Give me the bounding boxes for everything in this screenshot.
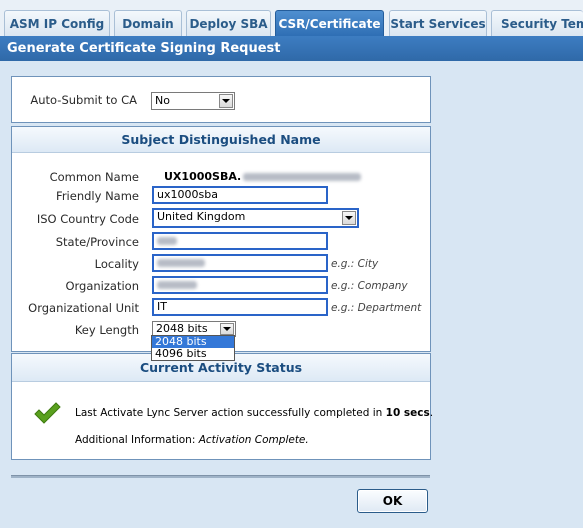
org-unit-input[interactable]: IT xyxy=(152,298,328,316)
divider xyxy=(11,475,430,478)
country-select[interactable]: United Kingdom xyxy=(152,208,359,228)
org-unit-hint: e.g.: Department xyxy=(331,302,422,314)
state-input[interactable] xyxy=(152,232,328,250)
organization-label: Organization xyxy=(65,279,139,293)
redacted-text xyxy=(243,173,362,181)
country-label: ISO Country Code xyxy=(36,212,139,226)
ok-button[interactable]: OK xyxy=(357,489,428,513)
tab-label: Security Templ xyxy=(501,16,583,31)
country-value: United Kingdom xyxy=(157,210,246,223)
chevron-down-icon[interactable] xyxy=(220,323,234,335)
activity-message: Last Activate Lync Server action success… xyxy=(75,407,433,419)
tab-bar: ASM IP Config Domain Deploy SBA CSR/Cert… xyxy=(0,0,583,37)
additional-info: Additional Information: Activation Compl… xyxy=(75,434,309,446)
common-name-value: UX1000SBA. xyxy=(164,170,362,183)
checkmark-icon xyxy=(34,402,61,424)
locality-input[interactable] xyxy=(152,254,328,272)
subject-panel: Subject Distinguished Name Common Name U… xyxy=(11,126,431,352)
activity-message-end: . xyxy=(429,407,434,419)
activity-message-text: Last Activate Lync Server action success… xyxy=(75,407,386,419)
auto-submit-value: No xyxy=(155,94,170,107)
tab-security-templates[interactable]: Security Templ xyxy=(491,10,583,36)
auto-submit-select[interactable]: No xyxy=(151,92,235,110)
friendly-name-label: Friendly Name xyxy=(56,189,139,203)
auto-submit-label: Auto-Submit to CA xyxy=(30,93,137,107)
additional-info-value: Activation Complete. xyxy=(198,434,309,446)
subject-heading: Subject Distinguished Name xyxy=(12,127,430,153)
tab-asm-ip-config[interactable]: ASM IP Config xyxy=(4,10,110,36)
tab-csr-certificate[interactable]: CSR/Certificate xyxy=(275,10,384,37)
key-length-label: Key Length xyxy=(74,323,139,337)
key-length-value: 2048 bits xyxy=(156,322,208,335)
auto-submit-panel: Auto-Submit to CA No xyxy=(11,76,431,123)
redacted-text xyxy=(157,237,177,245)
common-name-text: UX1000SBA. xyxy=(164,170,242,183)
tab-label: ASM IP Config xyxy=(9,16,105,31)
tab-start-services[interactable]: Start Services xyxy=(389,10,487,36)
tab-label: CSR/Certificate xyxy=(278,17,381,31)
activity-panel: Current Activity Status Last Activate Ly… xyxy=(11,353,433,460)
tab-domain[interactable]: Domain xyxy=(114,10,182,36)
additional-info-label: Additional Information: xyxy=(75,434,199,446)
tab-deploy-sba[interactable]: Deploy SBA xyxy=(186,10,271,36)
state-label: State/Province xyxy=(55,235,139,249)
key-length-dropdown[interactable]: 2048 bits 4096 bits xyxy=(151,335,235,361)
activity-duration: 10 secs xyxy=(385,407,430,419)
common-name-label: Common Name xyxy=(49,170,139,184)
tab-label: Deploy SBA xyxy=(189,16,268,31)
chevron-down-icon[interactable] xyxy=(342,211,356,225)
organization-input[interactable] xyxy=(152,276,328,294)
page-title: Generate Certificate Signing Request xyxy=(0,36,583,61)
key-length-option[interactable]: 4096 bits xyxy=(152,348,234,360)
redacted-text xyxy=(157,281,197,289)
tab-label: Start Services xyxy=(390,16,486,31)
friendly-name-value: ux1000sba xyxy=(157,188,218,201)
tab-label: Domain xyxy=(122,16,174,31)
locality-hint: e.g.: City xyxy=(331,258,379,270)
friendly-name-input[interactable]: ux1000sba xyxy=(152,186,328,204)
org-unit-label: Organizational Unit xyxy=(28,301,139,315)
chevron-down-icon[interactable] xyxy=(219,94,233,108)
org-unit-value: IT xyxy=(157,300,167,313)
organization-hint: e.g.: Company xyxy=(331,280,408,292)
redacted-text xyxy=(157,259,205,267)
locality-label: Locality xyxy=(94,257,139,271)
